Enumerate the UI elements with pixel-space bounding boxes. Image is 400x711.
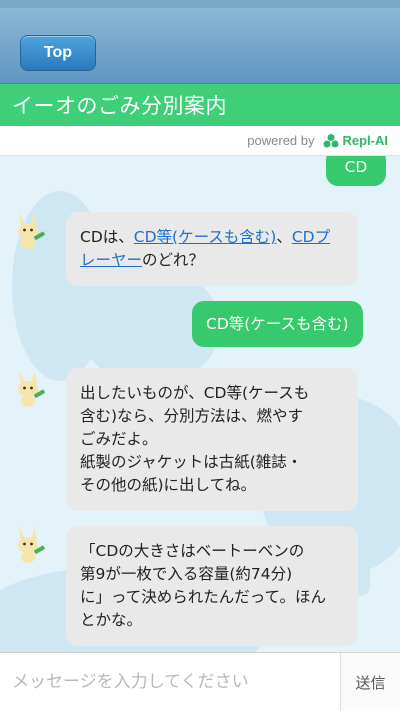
repl-ai-brand-label: Repl-AI <box>342 133 389 148</box>
bot-text: のどれ？ <box>142 251 205 269</box>
send-button[interactable]: 送信 <box>340 653 400 711</box>
bot-text-line: とかな。 <box>80 611 143 629</box>
bot-message-bubble: 「CDの大きさはベートーベンの 第9が一枚で入る容量(約74分) に」って決めら… <box>66 526 358 646</box>
repl-ai-brand[interactable]: Repl-AI <box>323 133 389 149</box>
message-input[interactable] <box>0 653 340 711</box>
cd-item-link[interactable]: CD等(ケースも含む) <box>134 228 277 246</box>
title-bar: イーオのごみ分別案内 <box>0 84 400 126</box>
user-message-text: CD <box>344 157 368 176</box>
powered-by-bar: powered by Repl-AI <box>0 126 400 156</box>
navigation-bar: Top <box>0 8 400 84</box>
repl-ai-logo-icon <box>323 133 338 147</box>
bot-text-line: 第9が一枚で入る容量(約74分) <box>80 565 293 583</box>
bot-text-line: 紙製のジャケットは古紙(雑誌・ <box>80 453 303 471</box>
user-message-text: CD等(ケースも含む) <box>206 314 349 333</box>
bot-message-bubble: 出したいものが、CD等(ケースも 含む)なら、分別方法は、燃やす ごみだよ。 紙… <box>66 368 358 511</box>
powered-by-text: powered by <box>247 133 315 148</box>
bot-avatar-icon <box>18 526 45 563</box>
bot-avatar-icon <box>18 212 45 249</box>
bot-avatar-icon <box>18 370 45 407</box>
bot-text-line: に」って決められたんだって。ほん <box>80 588 326 606</box>
bot-text-line: 出したいものが、CD等(ケースも <box>80 384 310 402</box>
page-title: イーオのごみ分別案内 <box>12 94 227 118</box>
status-strip <box>0 0 400 8</box>
bot-text-line: その他の紙)に出してね。 <box>80 476 257 494</box>
user-message-bubble: CD等(ケースも含む) <box>192 301 363 347</box>
bot-text-line: 含む)なら、分別方法は、燃やす <box>80 407 304 425</box>
message-composer: 送信 <box>0 652 400 711</box>
top-back-button[interactable]: Top <box>20 35 96 71</box>
bot-message-bubble: CDは、CD等(ケースも含む)、CDプレーヤーのどれ？ <box>66 212 358 286</box>
user-message-bubble: CD <box>326 156 386 186</box>
bot-text-line: 「CDの大きさはベートーベンの <box>80 542 305 560</box>
bot-text-line: ごみだよ。 <box>80 430 158 448</box>
chat-area[interactable]: CD CDは、CD等(ケースも含む)、CDプレーヤーのどれ？ CD等(ケースも含… <box>0 156 400 652</box>
bot-text: CDは、 <box>80 228 134 246</box>
bot-text: 、 <box>276 228 292 246</box>
